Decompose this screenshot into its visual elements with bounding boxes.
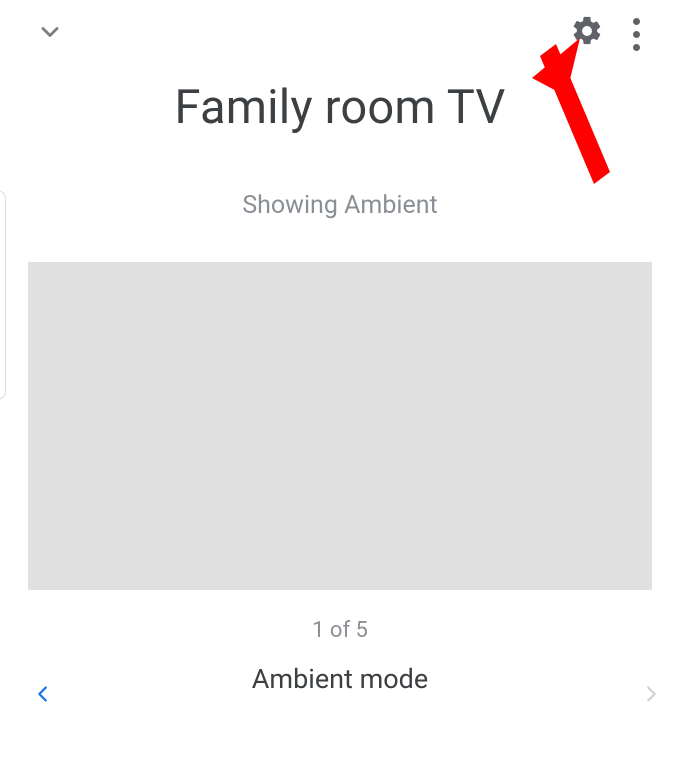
carousel-row: Ambient mode: [0, 663, 680, 723]
page-title: Family room TV: [0, 80, 680, 135]
status-subtitle: Showing Ambient: [0, 191, 680, 220]
carousel-title: Ambient mode: [0, 663, 680, 695]
carousel-prev-icon[interactable]: [32, 679, 54, 709]
chevron-down-icon[interactable]: [36, 18, 64, 46]
carousel-next-icon[interactable]: [640, 679, 662, 709]
overflow-menu-icon[interactable]: [624, 12, 648, 57]
edge-handle: [0, 190, 6, 400]
ambient-preview-image[interactable]: [28, 262, 652, 590]
page-indicator: 1 of 5: [0, 618, 680, 643]
settings-gear-icon[interactable]: [570, 14, 604, 48]
